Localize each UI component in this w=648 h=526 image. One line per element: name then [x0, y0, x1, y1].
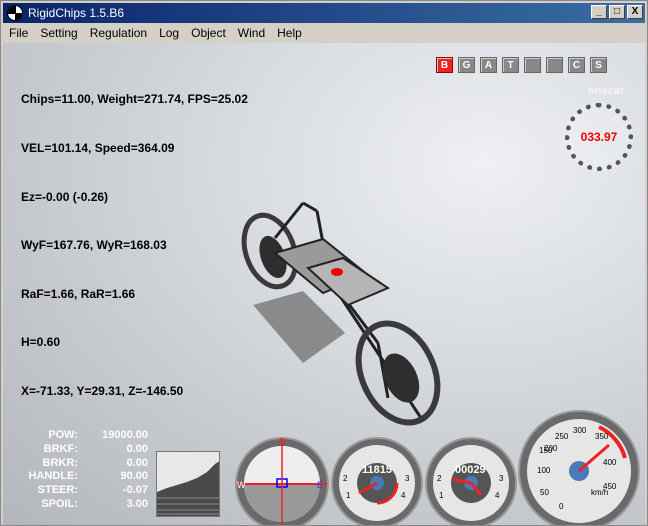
speed-tick-0: 0	[559, 502, 564, 511]
speed-tick-300: 300	[573, 426, 587, 435]
compass-e: E	[317, 480, 323, 490]
window-controls: _ □ X	[591, 5, 643, 19]
rpm-tick-4: 4	[401, 491, 406, 500]
compass-w: W	[237, 480, 246, 490]
speed-tick-50: 50	[540, 488, 549, 497]
menu-object[interactable]: Object	[185, 26, 232, 40]
attitude-gauge: N W E	[235, 437, 329, 525]
speed-tick-100: 100	[537, 466, 551, 475]
minimize-button[interactable]: _	[591, 5, 607, 19]
speed-unit: km/h	[591, 488, 608, 497]
odo-tick-3: 3	[499, 474, 504, 483]
rpm-tick-3: 3	[405, 474, 410, 483]
app-logo-icon[interactable]	[7, 5, 23, 21]
title-bar[interactable]: RigidChips 1.5.B6 _ □ X	[3, 3, 645, 23]
speed-tick-200: 200	[544, 444, 558, 453]
speed-tick-250: 250	[555, 432, 569, 441]
compass-n: N	[279, 437, 286, 447]
window-title: RigidChips 1.5.B6	[28, 6, 125, 20]
speedometer: 0 50 100 150 200 250 300 350 400 450 km/…	[518, 410, 640, 525]
rpm-gauge: 11815 1 2 3 4	[331, 437, 423, 525]
rpm-tick-1: 1	[346, 491, 351, 500]
odo-readout: 00029	[455, 464, 486, 476]
menu-wind[interactable]: Wind	[232, 26, 271, 40]
menu-bar: File Setting Regulation Log Object Wind …	[3, 23, 645, 42]
menu-log[interactable]: Log	[153, 26, 185, 40]
odometer-gauge: 00029 1 2 3 4	[425, 437, 517, 525]
speed-tick-400: 400	[603, 458, 617, 467]
app-window: RigidChips 1.5.B6 _ □ X File Setting Reg…	[0, 0, 648, 526]
close-button[interactable]: X	[627, 5, 643, 19]
menu-setting[interactable]: Setting	[34, 26, 83, 40]
menu-regulation[interactable]: Regulation	[84, 26, 153, 40]
menu-file[interactable]: File	[3, 26, 34, 40]
menu-help[interactable]: Help	[271, 26, 308, 40]
maximize-button[interactable]: □	[609, 5, 625, 19]
odo-tick-4: 4	[495, 491, 500, 500]
rpm-tick-2: 2	[343, 474, 348, 483]
speed-tick-350: 350	[595, 432, 609, 441]
gauge-cluster: N W E 11815 1 2 3 4 00029 1 2 3 4 0 50 1…	[235, 410, 640, 525]
3d-viewport[interactable]: Chips=11.00, Weight=271.74, FPS=25.02 VE…	[3, 43, 645, 525]
odo-tick-2: 2	[437, 474, 442, 483]
odo-tick-1: 1	[439, 491, 444, 500]
rpm-readout: 11815	[362, 464, 392, 476]
